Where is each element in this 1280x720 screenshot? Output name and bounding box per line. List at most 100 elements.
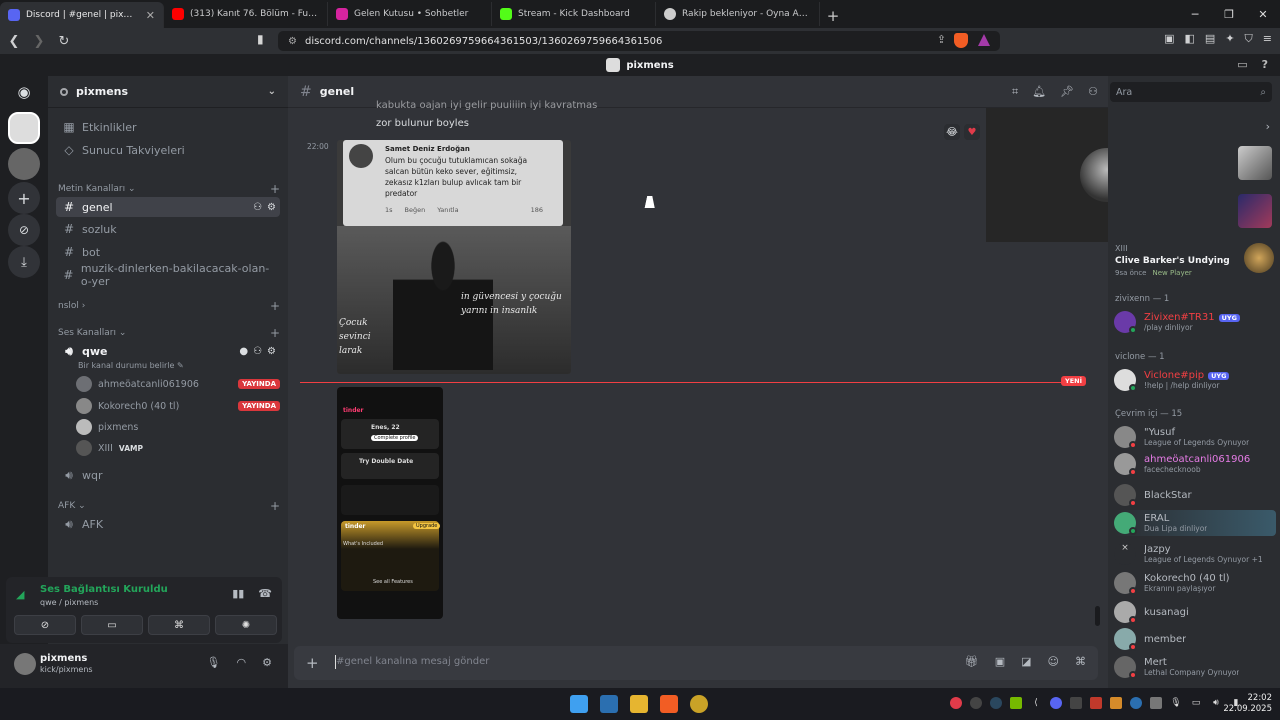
close-icon[interactable]: ✕ <box>146 9 155 22</box>
inbox-icon[interactable]: ▭ <box>1237 58 1247 71</box>
tray-steam-icon[interactable] <box>990 697 1002 709</box>
voice-status-hint[interactable]: Bir kanal durumu belirle ✎ <box>78 356 282 374</box>
widgets-icon[interactable] <box>600 695 618 713</box>
chat-icon[interactable]: ● <box>239 346 248 357</box>
member-row[interactable]: ERAL Dua Lipa dinliyor <box>1114 510 1276 536</box>
brave-shield-icon[interactable] <box>954 33 968 48</box>
member-row[interactable]: member <box>1114 626 1276 652</box>
screen-share-button[interactable]: ▭ <box>81 615 143 635</box>
member-row[interactable]: Mert Lethal Company Oynuyor <box>1114 654 1276 680</box>
image-attachment[interactable]: Samet Deniz Erdoğan Olum bu çocuğu tutuk… <box>337 140 571 374</box>
site-info-icon[interactable]: ⚙ <box>288 36 297 47</box>
channel-genel[interactable]: # genel ⚇ ⚙ <box>56 197 280 217</box>
category-text-channels[interactable]: Metin Kanalları ⌄ + <box>58 182 280 196</box>
member-row[interactable]: BlackStar <box>1114 482 1276 508</box>
gear-icon[interactable]: ⚙ <box>267 346 276 357</box>
chat-scrollbar[interactable] <box>1095 606 1100 626</box>
member-row[interactable]: × Jazpy League of Legends Oynuyor +1 <box>1114 541 1276 567</box>
maximize-icon[interactable]: ❐ <box>1212 0 1246 28</box>
add-channel-icon[interactable]: + <box>270 299 280 313</box>
heart-icon[interactable]: ♥ <box>964 124 980 140</box>
reaction-emoji-icon[interactable]: 😂︎ <box>944 124 960 140</box>
tab-kick[interactable]: Stream - Kick Dashboard <box>492 2 656 26</box>
channel-sozluk[interactable]: # sozluk <box>56 219 280 239</box>
bookmark-icon[interactable]: ▮ <box>257 32 264 46</box>
tray-app2-icon[interactable] <box>1070 697 1082 709</box>
avatar[interactable] <box>14 653 36 675</box>
menu-icon[interactable]: ≡ <box>1263 32 1272 46</box>
add-channel-icon[interactable]: + <box>270 326 280 340</box>
bell-icon[interactable]: 🔔︎ <box>1032 85 1046 99</box>
channel-bot[interactable]: # bot <box>56 242 280 262</box>
gift-icon[interactable]: 🎁︎ <box>965 655 979 668</box>
tray-nvidia-icon[interactable] <box>1010 697 1022 709</box>
voice-user[interactable]: ahmeöatcanli061906 YAYINDA <box>76 375 280 393</box>
tray-app3-icon[interactable] <box>1090 697 1102 709</box>
tray-app6-icon[interactable] <box>1150 697 1162 709</box>
member-row[interactable]: Viclone#pip UYG !help | /help dinliyor <box>1114 367 1276 393</box>
voice-channel-wqr[interactable]: 🔊︎ wqr <box>56 465 280 485</box>
tray-app5-icon[interactable] <box>1130 697 1142 709</box>
image-attachment[interactable]: tinder Enes, 22 Complete profile Try Dou… <box>337 387 443 619</box>
voice-channel-afk[interactable]: 🔊︎ AFK <box>56 514 280 534</box>
add-member-icon[interactable]: ⚇ <box>253 202 262 213</box>
camera-off-button[interactable]: ⊘ <box>14 615 76 635</box>
gear-icon[interactable]: ⚙ <box>267 202 276 213</box>
upload-plus-icon[interactable]: + <box>306 654 319 672</box>
minimize-icon[interactable]: ─ <box>1178 0 1212 28</box>
brave-rewards-icon[interactable] <box>978 34 990 46</box>
mic-icon[interactable]: 🎙︎ <box>207 656 221 669</box>
leo-icon[interactable]: ✦ <box>1225 32 1234 46</box>
explorer-icon[interactable] <box>630 695 648 713</box>
tab-discord[interactable]: Discord | #genel | pixmens ✕ <box>0 2 164 28</box>
discord-home-icon[interactable]: ◉ <box>8 76 40 108</box>
member-row[interactable]: Zivixen#TR31 UYG/play dinliyor <box>1114 309 1276 335</box>
address-bar[interactable]: ⚙ discord.com/channels/13602697596643615… <box>278 31 1000 51</box>
gear-icon[interactable]: ⚙ <box>262 656 272 669</box>
voice-user[interactable]: Kokorech0 (40 tl) YAYINDA <box>76 397 280 415</box>
media-icon[interactable]: ▣ <box>1164 32 1174 46</box>
tray-discord-icon[interactable] <box>1050 697 1062 709</box>
sidebar-icon[interactable]: ◧ <box>1185 32 1195 46</box>
app-icon[interactable] <box>690 695 708 713</box>
category-voice-channels[interactable]: Ses Kanalları ⌄ + <box>58 326 280 340</box>
search-input[interactable]: Ara ⌕ <box>1110 82 1272 102</box>
help-icon[interactable]: ? <box>1262 58 1268 71</box>
add-channel-icon[interactable]: + <box>270 499 280 513</box>
tab-instagram[interactable]: Gelen Kutusu • Sohbetler <box>328 2 492 26</box>
category-nslol[interactable]: nslol › + <box>58 299 280 313</box>
gif-icon[interactable]: ▣ <box>995 655 1005 668</box>
voice-status[interactable]: Ses Bağlantısı Kuruldu <box>40 584 168 595</box>
server-header[interactable]: pixmens ⌄ <box>48 76 288 108</box>
emoji-icon[interactable]: ☺ <box>1048 655 1059 668</box>
system-clock[interactable]: 22:02 22.09.2025 <box>1223 693 1272 715</box>
tab-game[interactable]: Rakip bekleniyor - Oyna Anon. - Ü <box>656 2 820 26</box>
voice-user[interactable]: pixmens <box>76 418 280 436</box>
apps-icon[interactable]: ⌘ <box>1075 655 1086 668</box>
add-server-icon[interactable]: + <box>8 182 40 214</box>
pin-icon[interactable]: 📌︎ <box>1060 85 1074 99</box>
member-row[interactable]: Kokorech0 (40 tl) Ekranını paylaşıyor <box>1114 570 1276 596</box>
tray-app-icon[interactable]: ⟨ <box>1030 697 1042 709</box>
members-icon[interactable]: ⚇ <box>1088 85 1098 99</box>
back-icon[interactable]: ❮ <box>3 30 25 52</box>
mic-tray-icon[interactable]: 🎙︎ <box>1170 697 1182 709</box>
vpn-icon[interactable]: ⛉ <box>1245 32 1253 46</box>
voice-user[interactable]: XIII VAMP <box>76 439 280 457</box>
tray-github-icon[interactable] <box>970 697 982 709</box>
volume-icon[interactable]: 🔊︎ <box>1210 697 1222 709</box>
add-channel-icon[interactable]: + <box>270 182 280 196</box>
member-row[interactable]: ahmeöatcanli061906 facechecknoob <box>1114 451 1276 477</box>
discover-icon[interactable]: ⊘ <box>8 214 40 246</box>
sticker-icon[interactable]: ◪ <box>1021 655 1031 668</box>
message-input[interactable]: + #genel kanalına mesaj gönder 🎁︎ ▣ ◪ ☺ … <box>294 646 1098 680</box>
download-icon[interactable]: ⤓ <box>8 246 40 278</box>
add-member-icon[interactable]: ⚇ <box>253 346 262 357</box>
tray-app4-icon[interactable] <box>1110 697 1122 709</box>
reload-icon[interactable]: ↻ <box>53 30 75 52</box>
headphones-icon[interactable]: ◠ <box>237 656 247 669</box>
server-pixmens-icon[interactable] <box>8 112 40 144</box>
new-tab-button[interactable]: + <box>820 4 846 28</box>
network-icon[interactable]: ▭ <box>1190 697 1202 709</box>
boosts-item[interactable]: ◇ Sunucu Takviyeleri <box>56 140 280 160</box>
